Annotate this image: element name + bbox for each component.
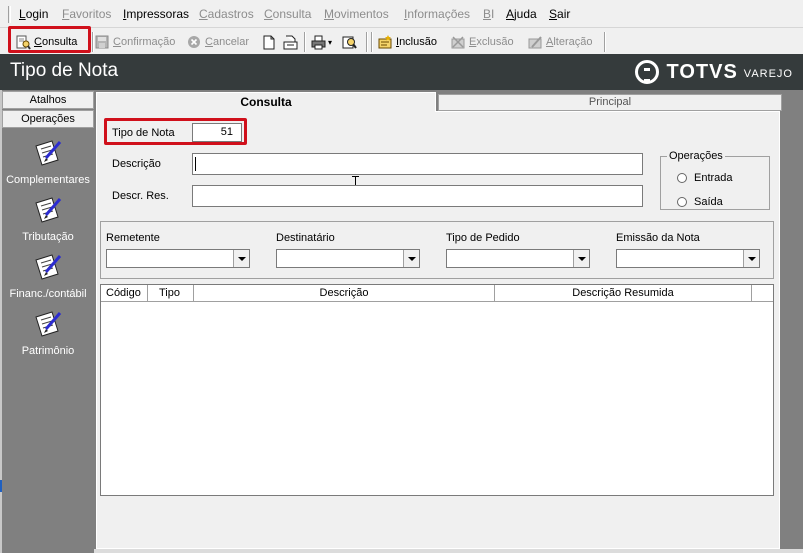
help-search-button[interactable] [342,32,360,52]
alteracao-button[interactable]: Alteração [528,32,592,52]
print-dropdown-icon[interactable]: ▾ [328,38,332,47]
printer-icon [311,35,326,50]
operacoes-legend: Operações [669,150,723,162]
menu-sair[interactable]: Sair [549,7,570,21]
document-pen-icon [32,195,64,225]
page-title: Tipo de Nota [10,60,119,81]
shortcut-tributacao[interactable]: Tributação [2,195,94,243]
shortcut-patrimonio[interactable]: Patrimônio [2,309,94,357]
results-grid[interactable]: Código Tipo Descrição Descrição Resumida [100,284,774,496]
destinatario-label: Destinatário [276,232,335,244]
consulta-panel: Tipo de Nota 51 Descrição Descr. Res. Op… [96,111,780,549]
delete-icon [451,35,466,50]
print-button[interactable]: ▾ [311,32,332,52]
toolbar-separator [366,32,368,52]
radio-entrada-label: Entrada [694,172,733,184]
radio-button-icon [677,173,687,183]
main-area: Consulta Principal Tipo de Nota 51 Descr… [94,90,803,553]
new-document-icon [262,35,277,50]
document-pen-icon [32,309,64,339]
new-document-button[interactable] [262,32,280,52]
tab-atalhos[interactable]: Atalhos [2,91,94,109]
menu-consulta[interactable]: Consulta [264,7,311,21]
column-header-tipo[interactable]: Tipo [148,285,194,302]
radio-button-icon [677,197,687,207]
descres-input[interactable] [192,185,643,207]
chevron-down-icon[interactable] [233,250,249,267]
add-icon [378,34,393,50]
destinatario-select[interactable] [276,249,420,268]
totvs-logo: TOTVS VAREJO [635,60,793,84]
cancelar-button[interactable]: Cancelar [187,32,249,52]
menu-impressoras[interactable]: Impressoras [123,7,189,21]
text-caret [195,157,196,171]
chevron-down-icon[interactable] [573,250,589,267]
column-header-descricao[interactable]: Descrição [194,285,495,302]
menu-login[interactable]: Login [19,7,48,21]
operacoes-group: Operações Entrada Saída [660,150,770,210]
tab-principal[interactable]: Principal [438,94,782,111]
edit-icon [528,35,543,50]
title-bar: Tipo de Nota TOTVS VAREJO [0,54,803,90]
menu-movimentos[interactable]: Movimentos [324,7,389,21]
menu-cadastros[interactable]: Cadastros [199,7,254,21]
tab-operacoes[interactable]: Operações [2,110,94,128]
radio-saida-label: Saída [694,196,723,208]
shortcut-complementares[interactable]: Complementares [2,138,94,186]
descres-label: Descr. Res. [112,190,169,202]
shortcut-financ-contabil[interactable]: Financ./contábil [2,252,94,300]
radio-entrada[interactable]: Entrada [677,172,733,184]
brand-sub: VAREJO [743,68,793,80]
tab-consulta[interactable]: Consulta [96,92,436,112]
shortcut-label: Financ./contábil [9,288,87,300]
column-header-codigo[interactable]: Código [101,285,148,302]
remetente-select[interactable] [106,249,250,268]
document-pen-icon [32,252,64,282]
descricao-label: Descrição [112,158,161,170]
column-header-descricao-resumida[interactable]: Descrição Resumida [495,285,752,302]
toolbar: Consulta Confirmação Cancelar ▾ I nclusã… [0,26,803,54]
shortcut-label: Tributação [22,231,74,243]
shortcut-label: Patrimônio [21,345,75,357]
toolbar-separator [604,32,606,52]
chevron-down-icon[interactable] [403,250,419,267]
inclusao-button[interactable]: Inclusão [378,32,437,52]
tipo-pedido-select[interactable] [446,249,590,268]
document-pen-icon [32,138,64,168]
toolbar-separator [371,32,373,52]
emissao-label: Emissão da Nota [616,232,700,244]
toolbar-separator [92,32,94,52]
menu-grip [8,6,11,23]
open-folder-button[interactable] [283,32,301,52]
highlight-tipo-nota [104,118,247,145]
open-folder-icon [283,35,298,50]
radio-saida[interactable]: Saída [677,196,723,208]
emissao-select[interactable] [616,249,760,268]
chevron-down-icon[interactable] [743,250,759,267]
totvs-logo-icon [635,60,660,84]
menu-informacoes[interactable]: Informações [404,7,470,21]
menu-bar: Login Favoritos Impressoras Cadastros Co… [0,0,803,28]
toolbar-separator [304,32,306,52]
menu-favoritos[interactable]: Favoritos [62,7,111,21]
status-strip [94,549,803,553]
confirmacao-button[interactable]: Confirmação [95,32,175,52]
cancel-icon [187,35,202,50]
menu-ajuda[interactable]: Ajuda [506,7,537,21]
shortcut-panel: Atalhos Operações Complementares Tributa… [2,90,94,553]
descricao-input[interactable] [192,153,643,175]
tipo-pedido-label: Tipo de Pedido [446,232,520,244]
column-header-filler [752,285,773,302]
save-icon [95,35,110,50]
highlight-consulta [8,26,91,53]
remetente-label: Remetente [106,232,160,244]
filters-group: Remetente Destinatário Tipo de Pedido Em… [100,221,774,279]
exclusao-button[interactable]: Exclusão [451,32,514,52]
menu-bi[interactable]: BI [483,7,494,21]
help-search-icon [342,35,357,50]
shortcut-label: Complementares [6,174,90,186]
brand-name: TOTVS [666,60,738,83]
